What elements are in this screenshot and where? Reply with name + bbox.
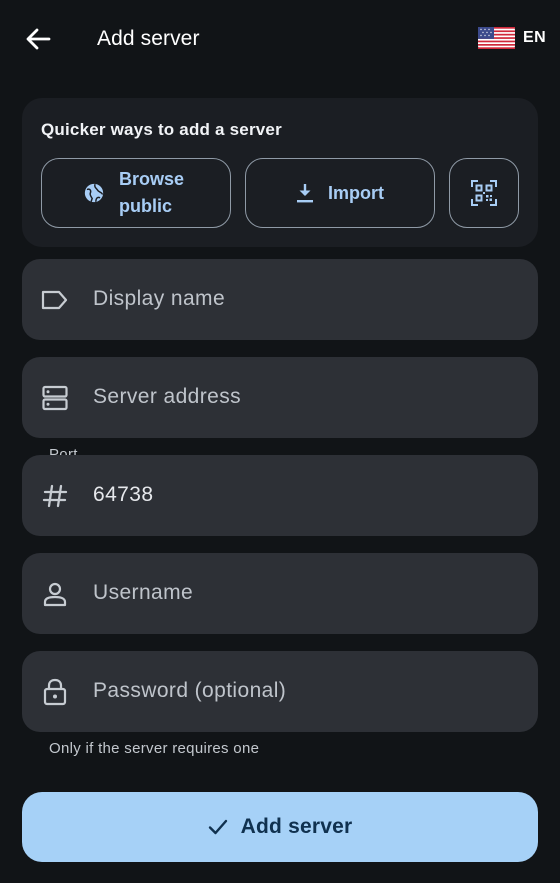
us-flag-icon <box>478 27 515 49</box>
import-button[interactable]: Import <box>245 158 435 228</box>
arrow-left-icon <box>26 28 51 50</box>
check-icon <box>208 819 227 835</box>
username-field[interactable]: Username <box>22 553 538 634</box>
hash-icon <box>40 481 70 511</box>
password-field[interactable]: Password (optional) <box>22 651 538 732</box>
add-server-button[interactable]: Add server <box>22 792 538 862</box>
import-label: Import <box>328 182 384 203</box>
browse-public-label: Browse public <box>119 169 185 216</box>
language-selector[interactable]: EN <box>478 27 546 49</box>
label-tag-icon <box>40 285 70 315</box>
password-placeholder: Password (optional) <box>93 679 287 702</box>
username-placeholder: Username <box>93 581 194 604</box>
display-name-placeholder: Display name <box>93 287 226 310</box>
password-hint: Only if the server requires one <box>49 740 260 757</box>
port-value: 64738 <box>93 483 154 506</box>
add-server-label: Add server <box>240 815 353 838</box>
language-code: EN <box>523 29 547 46</box>
person-icon <box>40 579 70 609</box>
page-title: Add server <box>97 27 200 50</box>
top-app-bar: Add server EN <box>0 0 560 80</box>
globe-icon <box>84 183 104 203</box>
server-address-placeholder: Server address <box>93 385 241 408</box>
quick-add-card: Quicker ways to add a server Browse publ… <box>22 98 538 247</box>
port-field[interactable]: 64738 <box>22 455 538 536</box>
server-address-field[interactable]: Server address <box>22 357 538 438</box>
scan-qr-button[interactable] <box>449 158 519 228</box>
browse-public-button[interactable]: Browse public <box>41 158 231 228</box>
lock-icon <box>40 677 70 707</box>
qr-scan-icon <box>471 180 497 206</box>
back-button[interactable] <box>22 24 54 54</box>
download-icon <box>297 184 313 203</box>
server-icon <box>40 383 70 413</box>
quick-add-title: Quicker ways to add a server <box>41 120 282 139</box>
display-name-field[interactable]: Display name <box>22 259 538 340</box>
